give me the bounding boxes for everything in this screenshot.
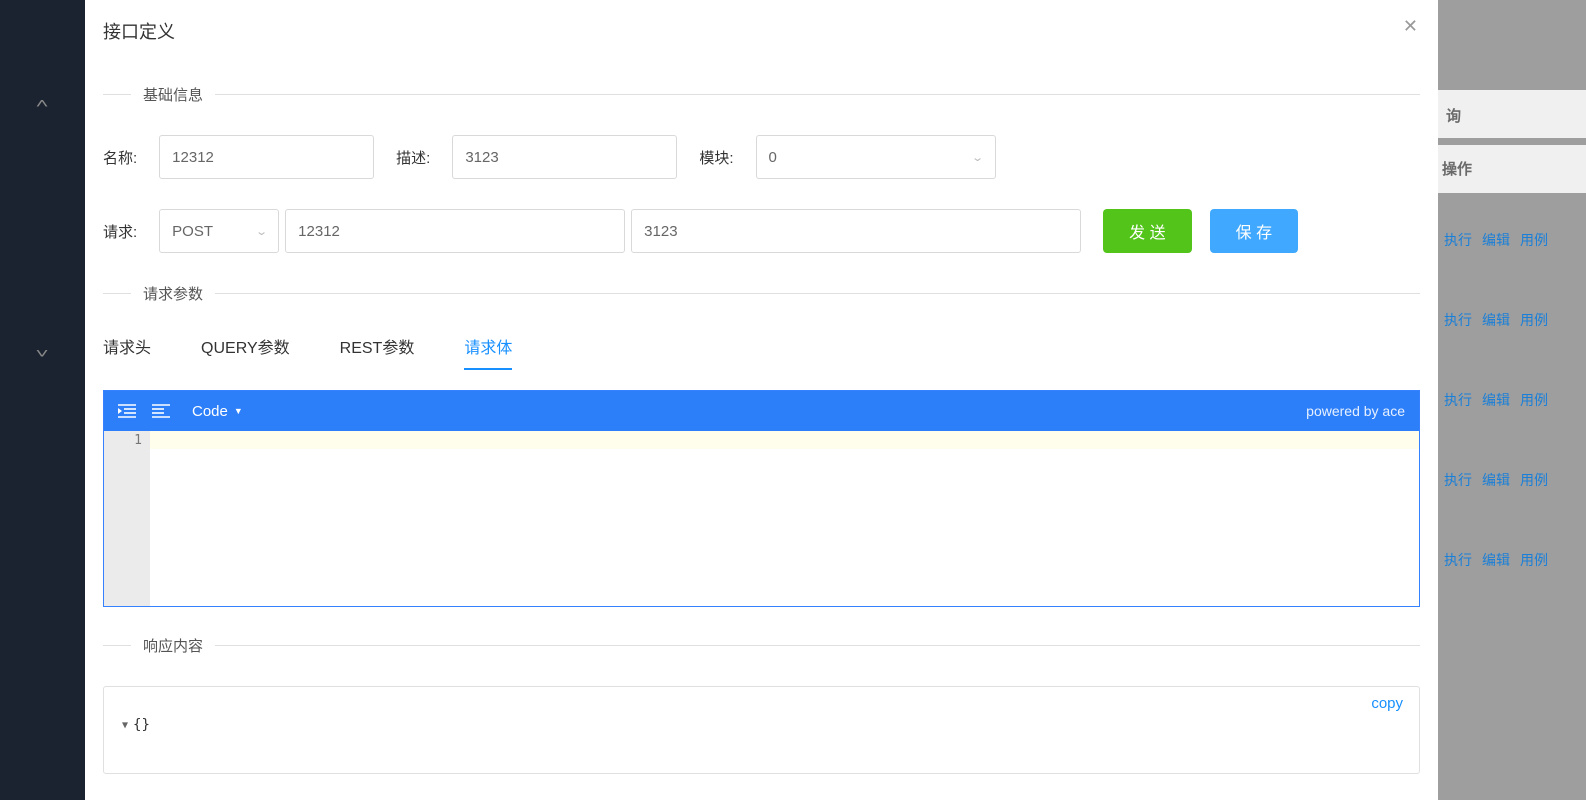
bg-edit-link[interactable]: 编辑 <box>1482 230 1510 250</box>
send-button[interactable]: 发 送 <box>1103 209 1191 253</box>
editor-toolbar: Code ▼ powered by ace <box>104 391 1419 431</box>
bg-exec-link[interactable]: 执行 <box>1444 310 1472 330</box>
bg-exec-link[interactable]: 执行 <box>1444 550 1472 570</box>
caret-down-icon: ▼ <box>234 406 243 416</box>
bg-exec-link[interactable]: 执行 <box>1444 470 1472 490</box>
indent-left-icon[interactable] <box>152 404 170 418</box>
chevron-up-icon: ˄ <box>36 95 49 111</box>
desc-label: 描述: <box>396 147 430 168</box>
copy-button[interactable]: copy <box>1371 695 1403 712</box>
bg-query-col: 询 <box>1446 105 1461 126</box>
tab-rest[interactable]: REST参数 <box>340 334 415 370</box>
interface-definition-modal: ✕ 接口定义 基础信息 名称: 描述: 模块: 0 ⌄ 请求: POST <box>85 0 1438 800</box>
params-legend: 请求参数 <box>143 283 203 304</box>
close-icon[interactable]: ✕ <box>1403 16 1418 37</box>
url-path-input[interactable] <box>285 209 625 253</box>
bg-usecase-link[interactable]: 用例 <box>1520 310 1548 330</box>
bg-edit-link[interactable]: 编辑 <box>1482 390 1510 410</box>
method-value: POST <box>172 223 213 240</box>
chevron-down-icon: ˅ <box>36 345 49 361</box>
active-line-highlight <box>150 431 1419 449</box>
code-format-select[interactable]: Code ▼ <box>192 403 243 420</box>
powered-by-label: powered by ace <box>1306 403 1405 419</box>
bg-usecase-link[interactable]: 用例 <box>1520 470 1548 490</box>
line-number: 1 <box>104 433 142 448</box>
desc-input[interactable] <box>452 135 677 179</box>
bg-action-col: 操作 <box>1442 158 1472 179</box>
bg-usecase-link[interactable]: 用例 <box>1520 550 1548 570</box>
response-viewer: copy ▼ {} <box>103 686 1420 774</box>
response-object: {} <box>133 717 150 733</box>
tab-body[interactable]: 请求体 <box>464 334 512 370</box>
code-textarea[interactable] <box>150 431 1419 606</box>
code-editor: Code ▼ powered by ace 1 <box>103 390 1420 607</box>
request-label: 请求: <box>103 221 137 242</box>
chevron-down-icon: ⌄ <box>971 151 984 164</box>
response-json-root[interactable]: ▼ {} <box>122 717 1401 733</box>
chevron-down-icon: ⌄ <box>255 225 268 238</box>
section-params: 请求参数 <box>103 283 1420 304</box>
name-input[interactable] <box>159 135 374 179</box>
save-button[interactable]: 保 存 <box>1210 209 1298 253</box>
bg-edit-link[interactable]: 编辑 <box>1482 550 1510 570</box>
indent-right-icon[interactable] <box>118 404 136 418</box>
name-label: 名称: <box>103 147 137 168</box>
bg-usecase-link[interactable]: 用例 <box>1520 230 1548 250</box>
bg-edit-link[interactable]: 编辑 <box>1482 310 1510 330</box>
response-legend: 响应内容 <box>143 635 203 656</box>
param-tabs: 请求头 QUERY参数 REST参数 请求体 <box>103 334 1420 370</box>
module-label: 模块: <box>699 147 733 168</box>
bg-edit-link[interactable]: 编辑 <box>1482 470 1510 490</box>
url-full-input[interactable] <box>631 209 1081 253</box>
section-response: 响应内容 <box>103 635 1420 656</box>
bg-exec-link[interactable]: 执行 <box>1444 230 1472 250</box>
collapse-caret-icon[interactable]: ▼ <box>122 720 128 731</box>
section-basic: 基础信息 <box>103 84 1420 105</box>
bg-table-strip: 询 操作 执行 编辑 用例 执行 编辑 用例 执行 编辑 用例 执行 编辑 用例… <box>1436 0 1586 800</box>
module-value: 0 <box>769 149 777 166</box>
module-select[interactable]: 0 ⌄ <box>756 135 996 179</box>
tab-query[interactable]: QUERY参数 <box>201 334 290 370</box>
bg-left-sidebar: ˄ ˅ <box>0 0 85 800</box>
tab-headers[interactable]: 请求头 <box>103 334 151 370</box>
bg-usecase-link[interactable]: 用例 <box>1520 390 1548 410</box>
bg-exec-link[interactable]: 执行 <box>1444 390 1472 410</box>
modal-title: 接口定义 <box>103 18 1420 44</box>
method-select[interactable]: POST ⌄ <box>159 209 279 253</box>
code-format-label: Code <box>192 403 228 420</box>
basic-legend: 基础信息 <box>143 84 203 105</box>
line-gutter: 1 <box>104 431 150 606</box>
